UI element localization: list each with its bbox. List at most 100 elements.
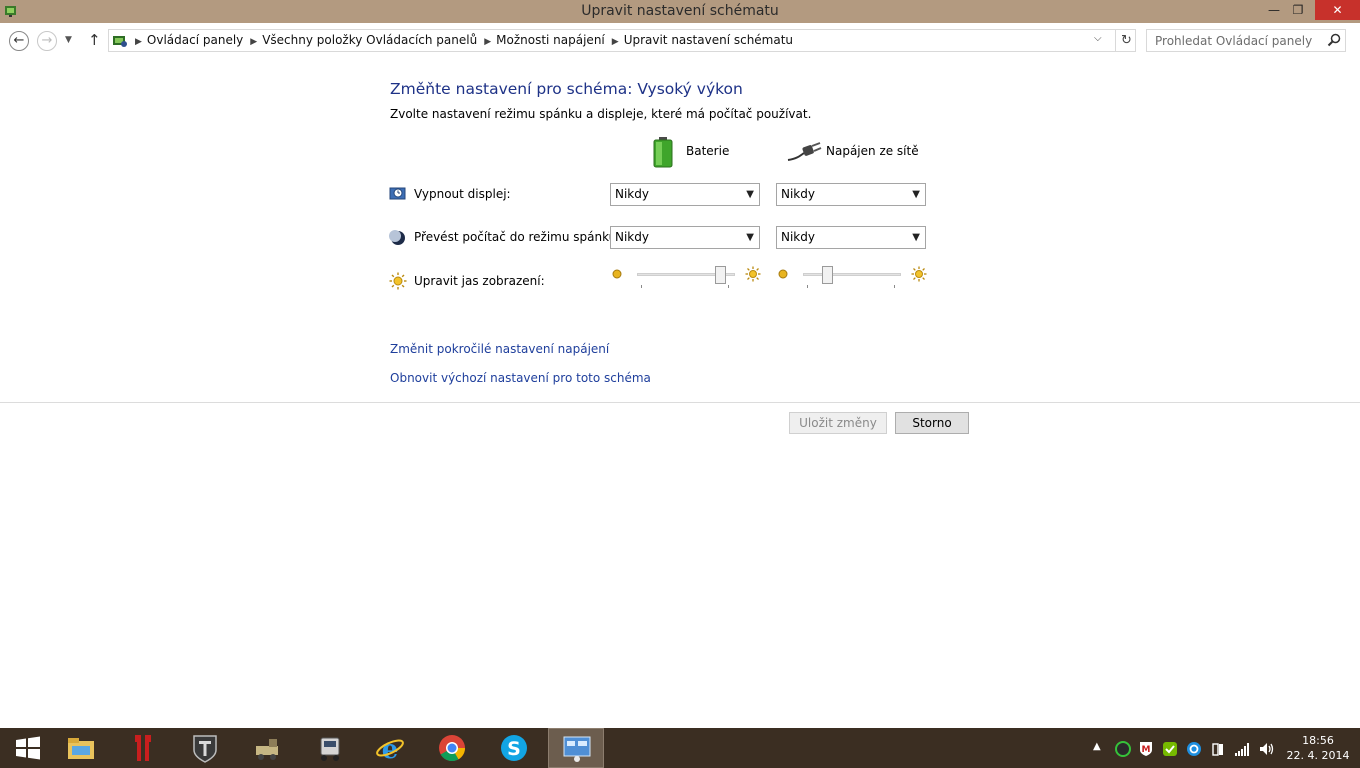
- breadcrumb-separator-icon[interactable]: ▶: [484, 37, 491, 47]
- select-value: Nikdy: [615, 187, 649, 201]
- moon-icon: [389, 230, 405, 245]
- maximize-button[interactable]: ❐: [1284, 0, 1312, 20]
- chevron-down-icon: ▼: [746, 232, 754, 243]
- brightness-label: Upravit jas zobrazení:: [414, 274, 545, 288]
- title-bar: Upravit nastavení schématu — ❐ ✕: [0, 0, 1360, 23]
- update-icon[interactable]: [1186, 741, 1202, 757]
- clock-date: 22. 4. 2014: [1286, 749, 1350, 762]
- control-panel-icon: [113, 36, 127, 47]
- world-of-tanks-button[interactable]: [177, 728, 233, 768]
- sleep-label: Převést počítač do režimu spánku:: [414, 230, 621, 244]
- taskbar: e S ▲ M 18:56 22. 4. 2014: [0, 728, 1360, 768]
- dim-brightness-icon: [612, 269, 622, 279]
- chrome-button[interactable]: [424, 728, 480, 768]
- skype-icon: S: [501, 735, 527, 761]
- brightness-plugged-slider[interactable]: [777, 266, 927, 290]
- slider-track[interactable]: [803, 273, 901, 276]
- dim-brightness-icon: [778, 269, 788, 279]
- sleep-battery-select[interactable]: Nikdy ▼: [610, 226, 760, 249]
- brightness-battery-slider[interactable]: [611, 266, 761, 290]
- breadcrumb-item[interactable]: Upravit nastavení schématu: [624, 33, 793, 47]
- show-hidden-icons-icon[interactable]: ▲: [1093, 741, 1109, 757]
- divider: [0, 402, 1360, 403]
- navigation-bar: ← → ▼ ↑ ▶ Ovládací panely ▶ Všechny položky…: [0, 23, 1360, 59]
- power-plug-icon: [787, 142, 822, 161]
- control-panel-icon: [563, 736, 591, 762]
- refresh-button[interactable]: ↻: [1115, 30, 1137, 51]
- select-value: Nikdy: [781, 230, 815, 244]
- truck-icon: [320, 737, 340, 761]
- advanced-settings-link[interactable]: Změnit pokročilé nastavení napájení: [390, 342, 609, 356]
- chevron-down-icon: ▼: [912, 189, 920, 200]
- breadcrumb-separator-icon[interactable]: ▶: [612, 37, 619, 47]
- back-button[interactable]: ←: [9, 31, 29, 51]
- nvidia-icon[interactable]: [1162, 741, 1178, 757]
- chevron-down-icon[interactable]: ⌵: [1094, 33, 1102, 44]
- control-panel-button[interactable]: [548, 728, 604, 768]
- battery-column-label: Baterie: [686, 144, 730, 158]
- recent-locations-button[interactable]: ▼: [65, 35, 72, 45]
- search-icon[interactable]: [1327, 33, 1341, 47]
- internet-explorer-icon: e: [376, 735, 404, 764]
- refresh-icon: ↻: [1121, 33, 1132, 48]
- file-explorer-button[interactable]: [53, 728, 109, 768]
- address-bar[interactable]: ▶ Ovládací panely ▶ Všechny položky Ovládac…: [108, 29, 1136, 52]
- select-value: Nikdy: [781, 187, 815, 201]
- arrow-right-icon: →: [41, 33, 53, 48]
- clock-time: 18:56: [1302, 734, 1334, 747]
- tank-game-icon: [193, 735, 217, 763]
- up-button[interactable]: ↑: [88, 31, 101, 49]
- game-logo-icon: [135, 735, 151, 761]
- breadcrumb-separator-icon: ▶: [135, 37, 142, 47]
- brightness-icon: [389, 272, 407, 290]
- chevron-down-icon: ▼: [912, 232, 920, 243]
- clock[interactable]: 18:56 22. 4. 2014: [1283, 733, 1353, 763]
- slider-tick: [894, 285, 895, 288]
- slider-tick: [641, 285, 642, 288]
- steam-app-button[interactable]: [239, 728, 295, 768]
- truck-simulator-button[interactable]: [301, 728, 357, 768]
- cancel-button[interactable]: Storno: [895, 412, 969, 434]
- battery-icon: [653, 137, 673, 168]
- forward-button[interactable]: →: [37, 31, 57, 51]
- breadcrumb-item[interactable]: Ovládací panely: [147, 33, 243, 47]
- game-app-button[interactable]: [115, 728, 171, 768]
- slider-thumb[interactable]: [715, 266, 727, 284]
- folder-icon: [68, 738, 94, 759]
- gpu-tray-icon[interactable]: [1115, 741, 1131, 757]
- display-off-plugged-select[interactable]: Nikdy ▼: [776, 183, 926, 206]
- search-box[interactable]: [1146, 29, 1346, 52]
- page-title: Změňte nastavení pro schéma: Vysoký výko…: [390, 80, 743, 98]
- breadcrumb-item[interactable]: Možnosti napájení: [496, 33, 605, 47]
- breadcrumb: ▶ Ovládací panely ▶ Všechny položky Ovládac…: [133, 33, 798, 47]
- battery-tray-icon[interactable]: [1210, 741, 1226, 757]
- restore-defaults-link[interactable]: Obnovit výchozí nastavení pro toto schém…: [390, 371, 651, 385]
- sleep-plugged-select[interactable]: Nikdy ▼: [776, 226, 926, 249]
- internet-explorer-button[interactable]: e: [362, 728, 418, 768]
- start-button[interactable]: [0, 728, 56, 768]
- volume-icon[interactable]: [1258, 741, 1274, 757]
- bright-brightness-icon: [911, 266, 927, 282]
- search-input[interactable]: [1147, 30, 1322, 51]
- display-off-battery-select[interactable]: Nikdy ▼: [610, 183, 760, 206]
- select-value: Nikdy: [615, 230, 649, 244]
- signal-icon[interactable]: [1234, 741, 1250, 757]
- skype-button[interactable]: S: [486, 728, 542, 768]
- chevron-down-icon: ▼: [746, 189, 754, 200]
- breadcrumb-item[interactable]: Všechny položky Ovládacích panelů: [262, 33, 477, 47]
- mcafee-shield-icon[interactable]: M: [1138, 741, 1154, 757]
- close-button[interactable]: ✕: [1315, 0, 1360, 20]
- slider-thumb[interactable]: [822, 266, 834, 284]
- window-title: Upravit nastavení schématu: [581, 3, 779, 19]
- svg-text:M: M: [1142, 745, 1151, 755]
- save-changes-button[interactable]: Uložit změny: [789, 412, 887, 434]
- slider-tick: [728, 285, 729, 288]
- svg-text:S: S: [507, 738, 521, 760]
- bright-brightness-icon: [745, 266, 761, 282]
- page-description: Zvolte nastavení režimu spánku a displej…: [390, 107, 812, 121]
- plugged-in-column-label: Napájen ze sítě: [826, 144, 919, 158]
- windows-logo-icon: [16, 736, 40, 760]
- breadcrumb-separator-icon[interactable]: ▶: [250, 37, 257, 47]
- slider-tick: [807, 285, 808, 288]
- chrome-icon: [439, 735, 466, 762]
